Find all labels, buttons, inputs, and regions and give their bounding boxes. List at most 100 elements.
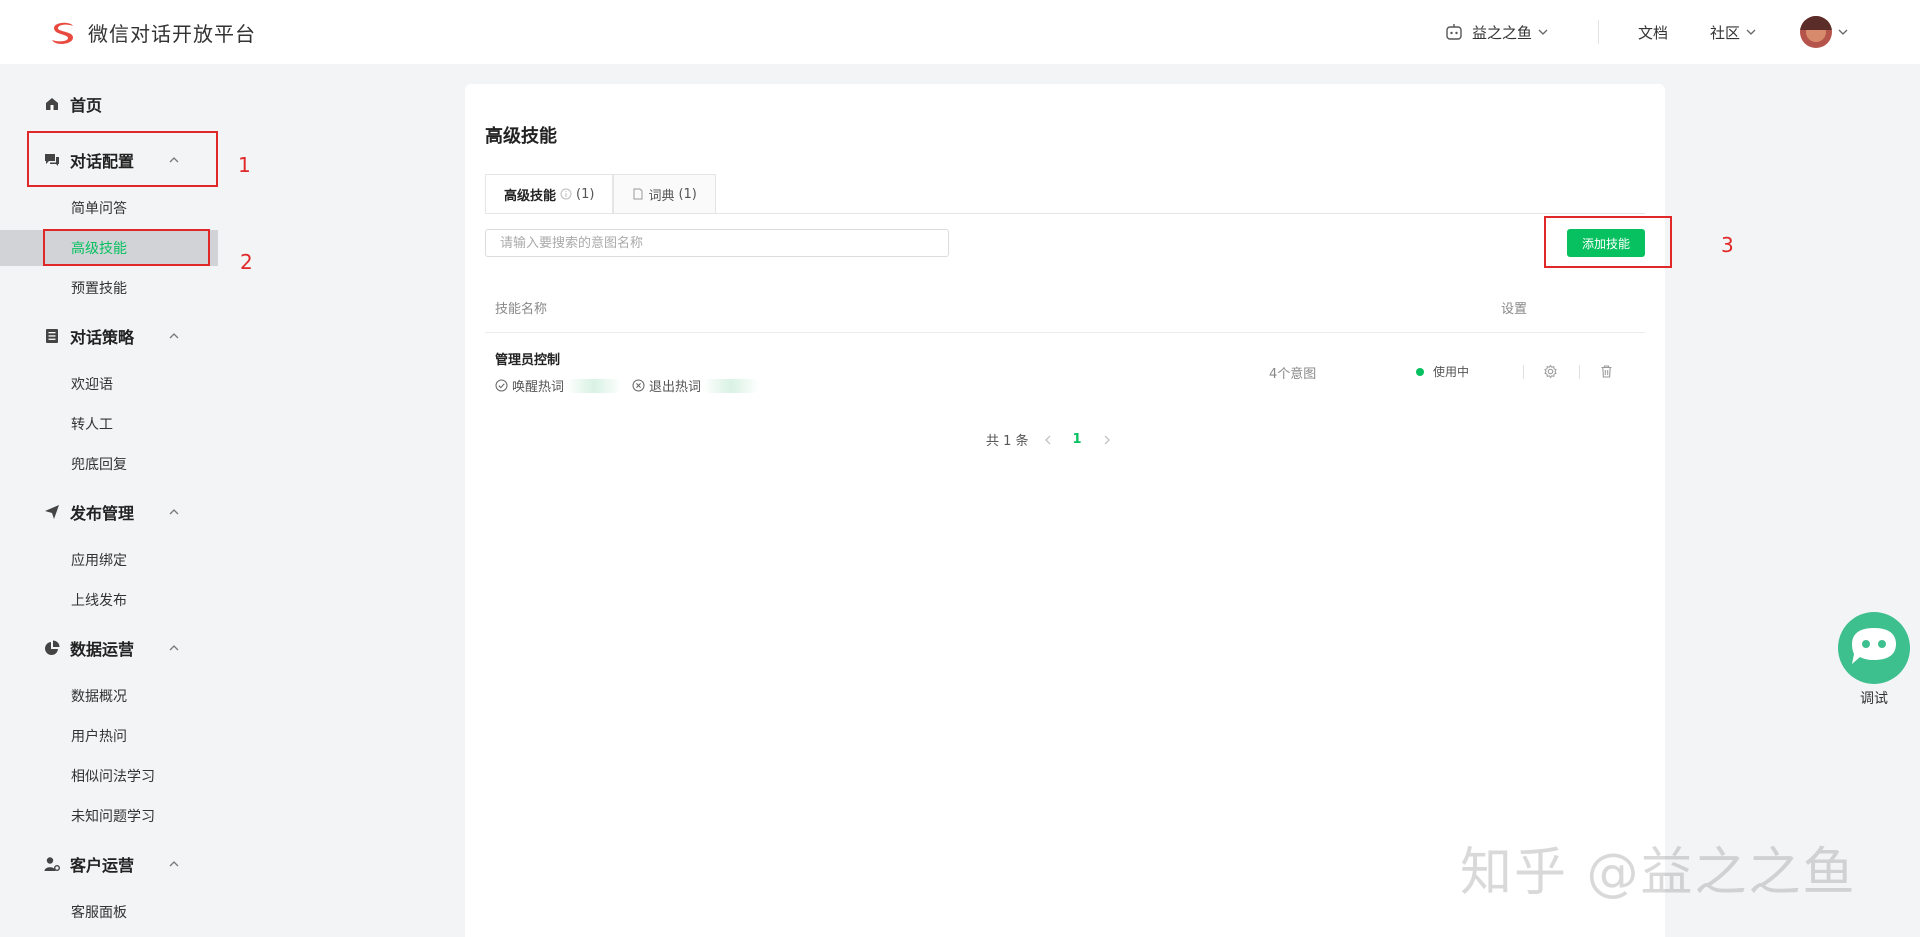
sidebar-item-hot-questions[interactable]: 用户热问 [0,718,218,754]
sidebar-item-label: 应用绑定 [71,553,127,569]
sidebar-group-label: 客户运营 [70,856,135,875]
sidebar-item-fallback-reply[interactable]: 兜底回复 [0,446,218,482]
debug-label: 调试 [1860,691,1888,707]
sidebar-item-label: 简单问答 [71,201,127,217]
chevron-down-icon [1746,29,1756,35]
list-icon [46,329,58,343]
sidebar-item-preset-skills[interactable]: 预置技能 [0,270,218,306]
sidebar-item-simple-qa[interactable]: 简单问答 [0,190,218,226]
main-card: 高级技能 高级技能 (1) 词典 (1) 添加技能 技能名称 设置 管理员控制 … [465,84,1665,937]
chevron-down-icon [1838,29,1848,35]
sidebar-item-go-live[interactable]: 上线发布 [0,582,218,618]
tab-label: 词典 [648,188,675,204]
sidebar-item-label: 转人工 [71,417,113,433]
annotation-box-2 [43,229,210,266]
exit-hotword-label: 退出热词 [649,380,702,395]
tab-count: (1) [576,186,595,202]
sidebar-group-customer-ops[interactable]: 客户运营 [0,844,218,884]
docs-label: 文档 [1638,23,1669,42]
logo-icon [52,22,74,44]
send-icon [45,505,59,519]
skill-name[interactable]: 管理员控制 [495,349,560,368]
sidebar-item-label: 数据概况 [71,689,127,705]
intent-count: 4个意图 [1269,367,1317,382]
sidebar-item-label: 未知问题学习 [71,809,155,825]
watermark: 知乎 @益之之鱼 [1460,843,1857,903]
sidebar-group-label: 发布管理 [70,504,135,523]
tab-advanced-skills[interactable]: 高级技能 (1) [485,174,614,214]
action-divider [1523,365,1524,379]
avatar[interactable] [1800,16,1832,48]
tab-dictionary[interactable]: 词典 (1) [613,174,716,214]
app-logo[interactable]: 微信对话开放平台 [48,18,256,47]
chevron-left-icon[interactable] [1043,435,1053,445]
chevron-up-icon [169,333,179,339]
sidebar-group-dialog-strategy[interactable]: 对话策略 [0,316,218,356]
tab-bar: 高级技能 (1) 词典 (1) [485,174,716,214]
sidebar-group-release[interactable]: 发布管理 [0,492,218,532]
action-divider [1579,365,1580,379]
app-title: 微信对话开放平台 [88,22,256,46]
status-badge: 使用中 [1416,363,1469,380]
column-header-name: 技能名称 [495,302,548,317]
docs-link[interactable]: 文档 [1638,0,1668,64]
redacted-hotword [703,378,760,393]
sidebar-item-label: 欢迎语 [71,377,113,393]
wake-hotword: 唤醒热词 [495,376,623,395]
annotation-number-1: 1 [238,153,251,177]
annotation-box-1 [27,131,218,187]
sidebar-group-label: 对话策略 [70,328,135,347]
debug-widget[interactable]: 调试 [1836,610,1912,707]
sidebar-group-data-ops[interactable]: 数据运营 [0,628,218,668]
tab-count: (1) [678,186,697,202]
chevron-down-icon [1538,29,1548,35]
trash-icon[interactable] [1599,364,1614,379]
sidebar-item-label: 客服面板 [71,905,127,921]
status-dot [1416,367,1424,376]
close-circle-icon [632,379,645,392]
pagination: 共 1 条 1 [986,430,1126,449]
gear-icon[interactable] [1543,364,1558,379]
sidebar-item-app-binding[interactable]: 应用绑定 [0,542,218,578]
community-menu[interactable]: 社区 [1710,0,1756,64]
tab-divider [485,213,1645,214]
page-number[interactable]: 1 [1073,432,1082,447]
user-settings-icon [44,857,60,871]
table-header-divider [485,332,1645,333]
exit-hotword: 退出热词 [632,376,760,395]
annotation-number-3: 3 [1721,233,1734,257]
sidebar-item-welcome[interactable]: 欢迎语 [0,366,218,402]
status-label: 使用中 [1433,365,1470,379]
sidebar-item-home[interactable]: 首页 [0,84,218,124]
bot-switcher[interactable]: 益之之鱼 [1444,0,1548,64]
document-icon [633,188,643,200]
sidebar-item-label: 相似问法学习 [71,769,155,785]
sidebar-item-label: 预置技能 [71,281,127,297]
sidebar-home-label: 首页 [70,96,103,115]
top-navbar: 微信对话开放平台 益之之鱼 文档 社区 [0,0,1920,64]
search-input[interactable] [485,229,949,257]
annotation-number-2: 2 [240,250,253,274]
pie-chart-icon [45,640,60,655]
chevron-up-icon [169,509,179,515]
sidebar-group-label: 数据运营 [70,640,135,659]
chevron-up-icon [169,645,179,651]
user-menu[interactable] [1800,0,1848,64]
bot-name: 益之之鱼 [1472,23,1533,42]
check-circle-icon [495,379,508,392]
info-icon[interactable] [560,188,572,200]
sidebar-item-transfer-human[interactable]: 转人工 [0,406,218,442]
sidebar-item-label: 兜底回复 [71,457,127,473]
sidebar-item-unknown-learning[interactable]: 未知问题学习 [0,798,218,834]
pagination-total: 共 1 条 [986,434,1029,449]
sidebar-item-data-overview[interactable]: 数据概况 [0,678,218,714]
home-icon [46,98,58,110]
sidebar-item-service-panel[interactable]: 客服面板 [0,894,218,930]
sidebar: 首页 对话配置 简单问答 高级技能 预置技能 对话策略 欢迎语 转人工 兜底回复… [0,64,218,937]
chevron-right-icon[interactable] [1102,435,1112,445]
header-divider [1598,20,1599,44]
sidebar-item-label: 上线发布 [71,593,127,609]
chevron-up-icon [169,861,179,867]
sidebar-item-similar-learning[interactable]: 相似问法学习 [0,758,218,794]
chatbot-icon [1838,612,1910,684]
